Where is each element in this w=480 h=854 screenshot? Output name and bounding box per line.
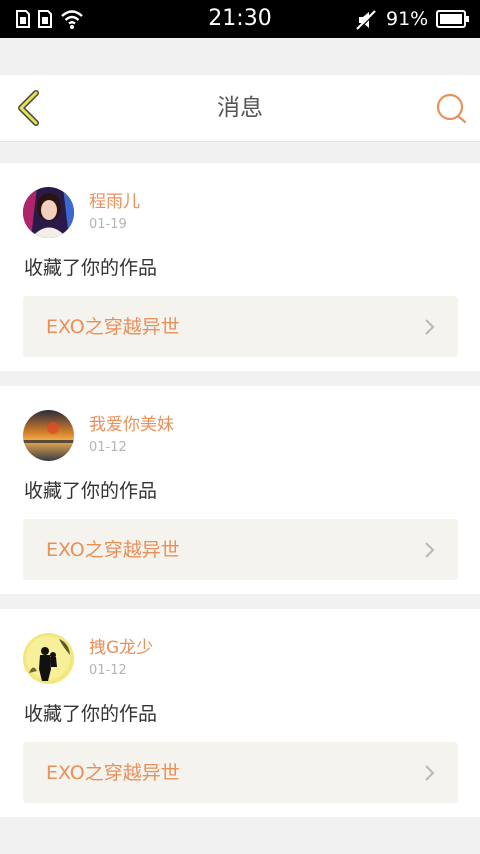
chevron-right-icon (425, 319, 435, 335)
search-icon[interactable] (434, 91, 468, 125)
status-bar: 21:30 91% (0, 0, 480, 38)
user-name[interactable]: 拽G龙少 (89, 637, 153, 659)
battery-icon (436, 10, 469, 28)
message-card: 程雨儿 01-19 收藏了你的作品 EXO之穿越异世 (0, 163, 480, 371)
message-date: 01-12 (89, 663, 127, 678)
message-action: 收藏了你的作品 (24, 480, 158, 502)
message-date: 01-19 (89, 217, 127, 232)
user-name[interactable]: 程雨儿 (89, 191, 140, 213)
app-header: 消息 (0, 75, 480, 142)
work-link[interactable]: EXO之穿越异世 (23, 519, 458, 580)
battery-percentage: 91% (386, 8, 429, 30)
work-title: EXO之穿越异世 (46, 539, 180, 561)
message-date: 01-12 (89, 440, 127, 455)
message-action: 收藏了你的作品 (24, 257, 158, 279)
work-link[interactable]: EXO之穿越异世 (23, 742, 458, 803)
avatar[interactable] (23, 633, 74, 684)
avatar[interactable] (23, 187, 74, 238)
message-card: 我爱你美妹 01-12 收藏了你的作品 EXO之穿越异世 (0, 386, 480, 594)
work-title: EXO之穿越异世 (46, 762, 180, 784)
avatar[interactable] (23, 410, 74, 461)
message-action: 收藏了你的作品 (24, 703, 158, 725)
work-link[interactable]: EXO之穿越异世 (23, 296, 458, 357)
user-name[interactable]: 我爱你美妹 (89, 414, 174, 436)
page-title: 消息 (217, 95, 263, 121)
mute-icon (356, 10, 377, 31)
chevron-right-icon (425, 765, 435, 781)
work-title: EXO之穿越异世 (46, 316, 180, 338)
message-card: 拽G龙少 01-12 收藏了你的作品 EXO之穿越异世 (0, 609, 480, 817)
chevron-right-icon (425, 542, 435, 558)
